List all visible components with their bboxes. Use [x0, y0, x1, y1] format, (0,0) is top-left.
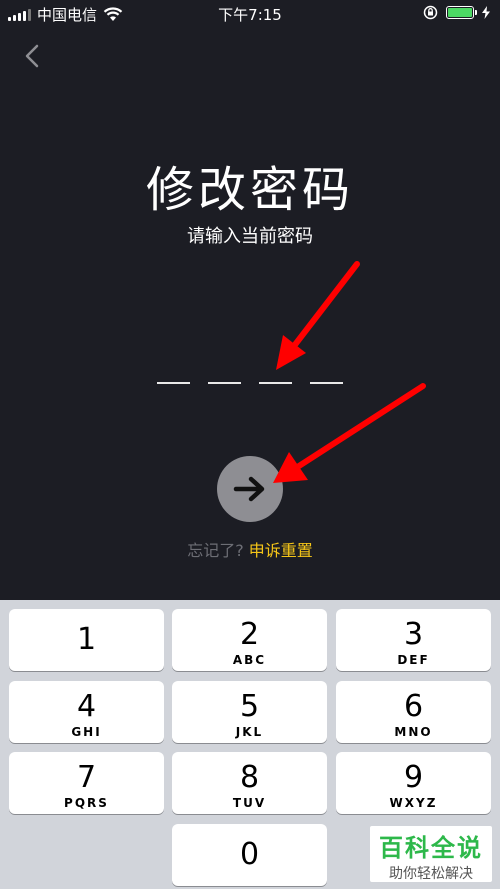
arrow-right-icon: [233, 476, 265, 502]
change-password-screen: 中国电信 下午7:15 修改密码 请输入当前密码 忘记了? 申诉重置: [0, 0, 500, 600]
key-2[interactable]: 2 ABC: [172, 609, 327, 671]
key-number: 3: [403, 617, 424, 652]
key-letters: GHI: [71, 725, 102, 739]
key-letters: DEF: [397, 653, 430, 667]
key-number: 6: [403, 689, 424, 724]
page-title: 修改密码: [145, 162, 354, 218]
key-letters: ABC: [232, 653, 267, 667]
key-letters: TUV: [232, 796, 267, 810]
key-number: 2: [239, 617, 260, 652]
key-number: 9: [403, 760, 424, 795]
key-number: 8: [239, 760, 260, 795]
key-9[interactable]: 9 WXYZ: [336, 752, 491, 814]
key-number: 4: [76, 689, 97, 724]
key-number: 7: [76, 760, 97, 795]
watermark-logo: 百科全说 助你轻松解决: [370, 826, 492, 882]
key-number: 1: [76, 622, 97, 657]
key-0[interactable]: 0: [172, 824, 327, 886]
forgot-prefix: 忘记了?: [187, 541, 244, 560]
pin-slot: [310, 382, 343, 384]
back-chevron-icon[interactable]: [18, 40, 48, 72]
pin-slot: [157, 382, 190, 384]
page-subtitle: 请输入当前密码: [187, 226, 313, 247]
key-4[interactable]: 4 GHI: [9, 681, 164, 743]
key-letters: PQRS: [64, 796, 109, 810]
key-8[interactable]: 8 TUV: [172, 752, 327, 814]
charging-bolt-icon: [482, 6, 490, 19]
key-letters: JKL: [235, 725, 264, 739]
rotation-lock-icon: [423, 5, 438, 20]
key-1[interactable]: 1: [9, 609, 164, 671]
key-letters: WXYZ: [389, 796, 438, 810]
key-letters: MNO: [394, 725, 433, 739]
key-6[interactable]: 6 MNO: [336, 681, 491, 743]
key-5[interactable]: 5 JKL: [172, 681, 327, 743]
next-button[interactable]: [217, 456, 283, 522]
appeal-reset-link[interactable]: 申诉重置: [249, 541, 313, 560]
key-3[interactable]: 3 DEF: [336, 609, 491, 671]
pin-slot: [259, 382, 292, 384]
battery-icon: [446, 6, 477, 19]
watermark-subtitle: 助你轻松解决: [389, 866, 473, 882]
key-number: 5: [239, 689, 260, 724]
status-bar: 中国电信 下午7:15: [0, 0, 500, 28]
watermark-title: 百科全说: [379, 834, 483, 862]
forgot-password-row: 忘记了? 申诉重置: [0, 537, 500, 561]
key-7[interactable]: 7 PQRS: [9, 752, 164, 814]
status-right: [423, 5, 490, 20]
pin-slot: [208, 382, 241, 384]
key-number: 0: [239, 837, 260, 872]
